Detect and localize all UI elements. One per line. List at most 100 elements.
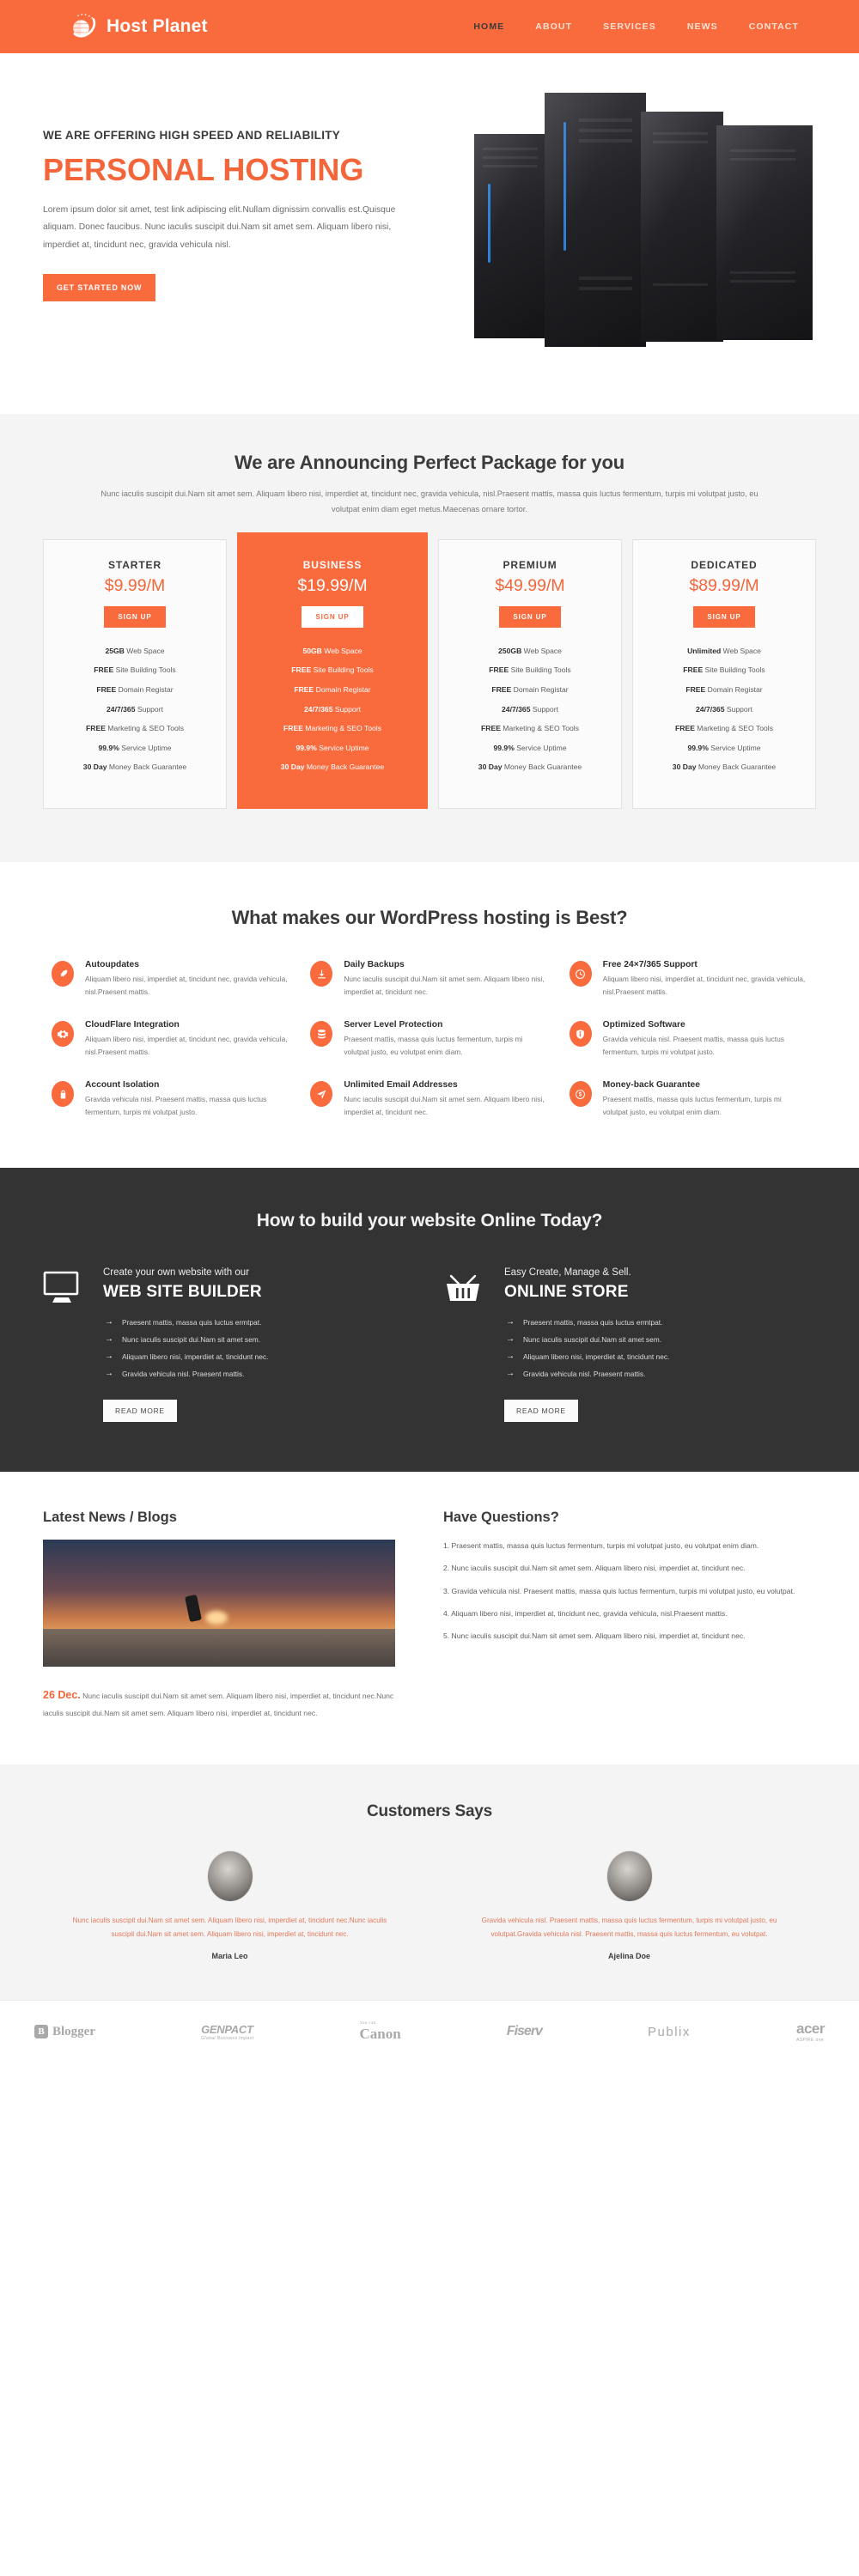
build-point: Aliquam libero nisi, imperdiet at, tinci… [103,1348,268,1365]
build-section: How to build your website Online Today? … [0,1168,859,1473]
feature-title: Unlimited Email Addresses [344,1080,458,1091]
plan-feature: 24/7/365 Support [502,704,558,714]
feature-text: Gravida vehicula nisl. Praesent mattis, … [602,1035,784,1056]
nav-item-contact[interactable]: CONTACT [749,21,799,32]
logo-label: Fiserv [506,2024,543,2039]
nav-item-services[interactable]: SERVICES [603,21,656,32]
brand-logo-link[interactable]: Host Planet [17,12,208,41]
logo-label: Canon [359,2025,401,2042]
latest-news-block: Latest News / Blogs 26 Dec. Nunc iaculis… [43,1510,404,1720]
testimonials-list: Nunc iaculis suscipit dui.Nam sit amet s… [60,1850,799,1960]
plan-name: BUSINESS [302,559,362,572]
testimonial-quote: Gravida vehicula nisl. Praesent mattis, … [481,1917,777,1938]
question-item: 2. Nunc iaculis suscipit dui.Nam sit ame… [443,1564,746,1573]
feature-text: Nunc iaculis suscipit dui.Nam sit amet s… [344,1095,545,1116]
plan-feature: 30 Day Money Back Guarantee [672,762,777,772]
testimonials-title: Customers Says [366,1802,493,1821]
news-date: 26 Dec. [43,1689,81,1702]
plan-card-premium[interactable]: PREMIUM $49.99/M SIGN UP 250GB Web Space… [438,539,622,810]
logo-publix: Publix [648,2025,691,2039]
build-point: Nunc iaculis suscipit dui.Nam sit amet s… [103,1331,268,1348]
plan-feature: FREE Marketing & SEO Tools [283,724,381,733]
pricing-subtitle: Nunc iaculis suscipit dui.Nam sit amet s… [101,489,758,514]
pricing-section: We are Announcing Perfect Package for yo… [0,414,859,863]
plan-feature: 30 Day Money Back Guarantee [82,762,187,772]
plan-feature: 24/7/365 Support [696,704,752,714]
gear-icon [52,1021,74,1048]
avatar [206,1850,253,1903]
feature-cloudflare: CloudFlare Integration Aliquam libero ni… [52,1020,289,1058]
logo-sub: Global Business Impact [201,2035,254,2041]
plan-features: 25GB Web Space FREE Site Building Tools … [56,641,214,777]
main-nav: HOME ABOUT SERVICES NEWS CONTACT [473,21,842,32]
hero-section: WE ARE OFFERING HIGH SPEED AND RELIABILI… [0,53,859,414]
nav-item-about[interactable]: ABOUT [535,21,572,32]
news-excerpt: 26 Dec. Nunc iaculis suscipit dui.Nam si… [43,1686,404,1720]
plan-features: Unlimited Web Space FREE Site Building T… [645,641,803,777]
plan-feature: 99.9% Service Uptime [493,743,567,752]
clock-icon [569,961,592,987]
hero-kicker: WE ARE OFFERING HIGH SPEED AND RELIABILI… [43,129,341,142]
read-more-button[interactable]: READ MORE [504,1400,578,1423]
nav-item-home[interactable]: HOME [473,21,504,32]
questions-title: Have Questions? [443,1510,559,1526]
build-points: Praesent mattis, massa quis luctus ermtp… [103,1314,268,1382]
build-columns: Create your own website with our WEB SIT… [43,1267,816,1423]
logo-label: Publix [648,2024,691,2039]
plan-features: 50GB Web Space FREE Site Building Tools … [250,641,415,777]
feature-title: Account Isolation [85,1080,160,1091]
logo-blogger: B Blogger [34,2025,95,2039]
testimonial-card: Nunc iaculis suscipit dui.Nam sit amet s… [60,1850,399,1960]
page-root: Host Planet HOME ABOUT SERVICES NEWS CON… [0,0,859,2063]
signup-button[interactable]: SIGN UP [302,606,363,629]
question-item: 5. Nunc iaculis suscipit dui.Nam sit ame… [443,1631,746,1641]
feature-title: CloudFlare Integration [85,1020,180,1030]
server-racks-image [472,86,833,369]
testimonials-section: Customers Says Nunc iaculis suscipit dui… [0,1765,859,2000]
plan-features: 250GB Web Space FREE Site Building Tools… [451,641,609,777]
database-icon [310,1021,333,1048]
feature-title: Server Level Protection [344,1020,443,1030]
feature-title: Free 24×7/365 Support [602,960,698,970]
plan-feature: FREE Marketing & SEO Tools [675,724,773,733]
feature-support: Free 24×7/365 Support Aliquam libero nis… [569,960,807,998]
plan-feature: FREE Domain Registar [491,684,569,694]
logo-fiserv: Fiserv [506,2024,543,2039]
plan-feature: FREE Marketing & SEO Tools [86,724,184,733]
news-section: Latest News / Blogs 26 Dec. Nunc iaculis… [0,1472,859,1765]
testimonial-name: Maria Leo [211,1951,248,1960]
plan-feature: 250GB Web Space [498,646,562,655]
testimonial-name: Ajelina Doe [607,1951,650,1960]
paper-plane-icon [310,1081,333,1108]
build-heading: ONLINE STORE [504,1283,629,1302]
lock-icon [52,1081,74,1108]
monitor-icon [43,1267,86,1309]
plan-card-business[interactable]: BUSINESS $19.99/M SIGN UP 50GB Web Space… [237,532,428,810]
read-more-button[interactable]: READ MORE [103,1400,177,1423]
plan-card-starter[interactable]: STARTER $9.99/M SIGN UP 25GB Web Space F… [43,539,227,810]
plan-feature: 24/7/365 Support [304,704,361,714]
shield-icon [569,1021,592,1048]
logo-label: Blogger [52,2024,95,2038]
build-point: Nunc iaculis suscipit dui.Nam sit amet s… [504,1331,669,1348]
logo-label: GENPACT [201,2022,253,2036]
question-item: 3. Gravida vehicula nisl. Praesent matti… [443,1586,795,1595]
feature-text: Praesent mattis, massa quis luctus ferme… [344,1035,523,1056]
logo-acer: acer ASPIRE one [796,2020,825,2043]
signup-button[interactable]: SIGN UP [499,606,561,629]
signup-button[interactable]: SIGN UP [693,606,755,629]
logo-sub: ASPIRE one [795,2038,825,2044]
nav-item-news[interactable]: NEWS [687,21,718,32]
signup-button[interactable]: SIGN UP [104,606,166,629]
plan-card-dedicated[interactable]: DEDICATED $89.99/M SIGN UP Unlimited Web… [632,539,816,810]
feature-text: Gravida vehicula nisl. Praesent mattis, … [85,1095,267,1116]
build-col-website-builder: Create your own website with our WEB SIT… [43,1267,415,1423]
feature-title: Money-back Guarantee [602,1080,700,1091]
logo-canon: You can Canon [360,2021,401,2043]
hero-description: Lorem ipsum dolor sit amet, test link ad… [43,204,396,250]
build-kicker: Create your own website with our [103,1267,250,1279]
questions-list: 1. Praesent mattis, massa quis luctus fe… [443,1540,816,1643]
features-section: What makes our WordPress hosting is Best… [0,862,859,1169]
get-started-button[interactable]: GET STARTED NOW [43,273,156,301]
plan-feature: FREE Domain Registar [96,684,174,694]
